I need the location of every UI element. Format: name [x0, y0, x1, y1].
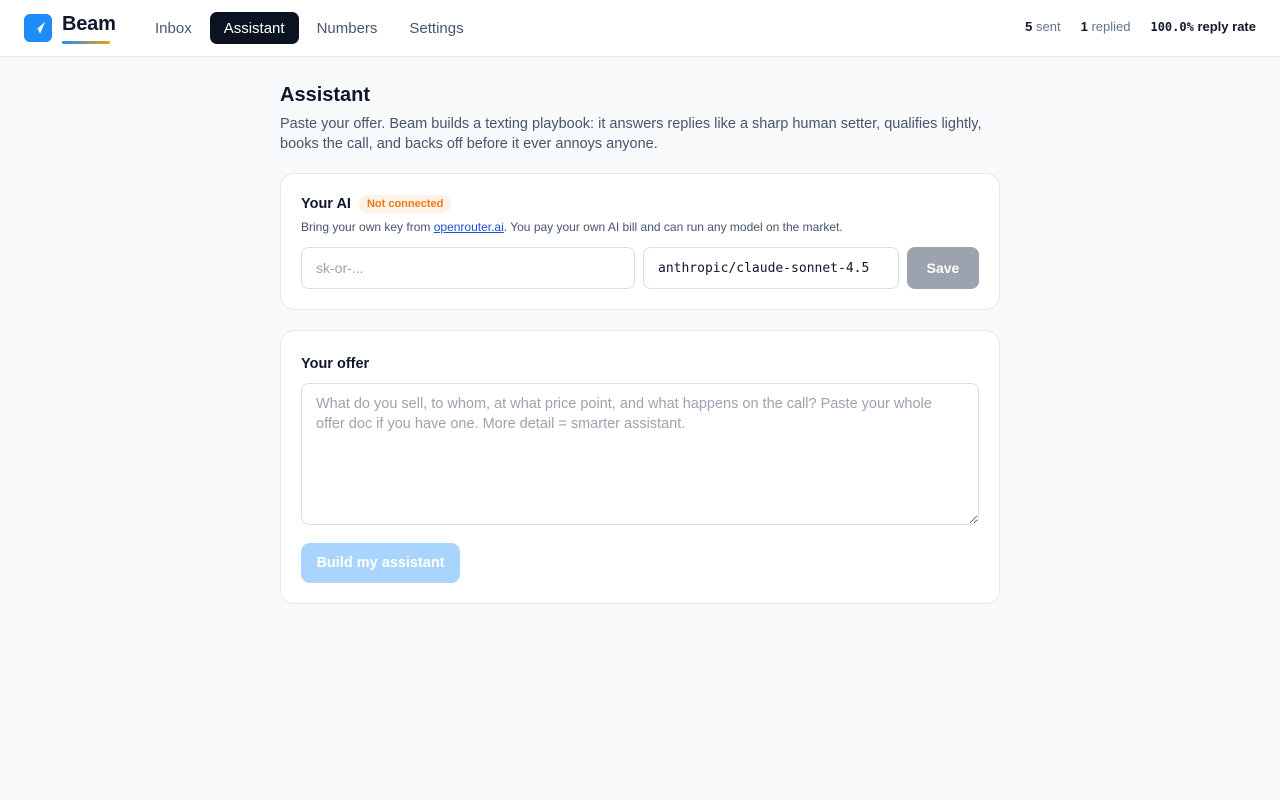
- openrouter-link[interactable]: openrouter.ai: [434, 220, 504, 234]
- your-ai-title: Your AI: [301, 196, 351, 212]
- your-ai-card: Your AI Not connected Bring your own key…: [280, 173, 1000, 310]
- paper-plane-icon: [30, 22, 45, 35]
- stats-summary: 5 sent 1 replied 100.0% reply rate: [1025, 19, 1256, 34]
- stat-replied-label: replied: [1091, 19, 1131, 34]
- your-offer-card: Your offer Build my assistant: [280, 330, 1000, 604]
- main-nav: Inbox Assistant Numbers Settings: [141, 12, 482, 44]
- subtitle-suffix: . You pay your own AI bill and can run a…: [503, 220, 843, 234]
- your-offer-title: Your offer: [301, 356, 370, 372]
- save-button[interactable]: Save: [907, 247, 979, 289]
- your-ai-header: Your AI Not connected: [301, 195, 452, 213]
- stat-reply-rate-label: reply rate: [1197, 19, 1256, 34]
- api-key-input[interactable]: [301, 247, 635, 289]
- stat-replied-count: 1: [1080, 19, 1088, 34]
- stat-reply-rate: 100.0% reply rate: [1150, 19, 1256, 34]
- stat-reply-rate-value: 100.0%: [1150, 20, 1194, 34]
- logo-underline: [62, 41, 110, 44]
- stat-replied: 1 replied: [1081, 19, 1131, 34]
- model-input[interactable]: anthropic/claude-sonnet-4.5: [643, 247, 899, 289]
- stat-sent-label: sent: [1036, 19, 1061, 34]
- page-title: Assistant: [280, 84, 371, 106]
- stat-sent-count: 5: [1025, 19, 1033, 34]
- nav-item-assistant[interactable]: Assistant: [209, 12, 299, 44]
- stat-sent: 5 sent: [1025, 19, 1060, 34]
- nav-item-numbers[interactable]: Numbers: [303, 12, 392, 44]
- app-name: Beam: [62, 13, 116, 35]
- top-bar: Beam Inbox Assistant Numbers Settings 5 …: [0, 0, 1280, 57]
- status-badge: Not connected: [358, 195, 452, 213]
- your-ai-subtitle: Bring your own key from openrouter.ai. Y…: [301, 220, 843, 234]
- subtitle-prefix: Bring your own key from: [301, 220, 434, 234]
- nav-item-inbox[interactable]: Inbox: [141, 12, 206, 44]
- nav-item-settings[interactable]: Settings: [395, 12, 477, 44]
- build-assistant-button[interactable]: Build my assistant: [301, 543, 460, 583]
- page-description: Paste your offer. Beam builds a texting …: [280, 116, 982, 152]
- offer-textarea[interactable]: [301, 383, 979, 525]
- logo-mark[interactable]: [24, 14, 52, 42]
